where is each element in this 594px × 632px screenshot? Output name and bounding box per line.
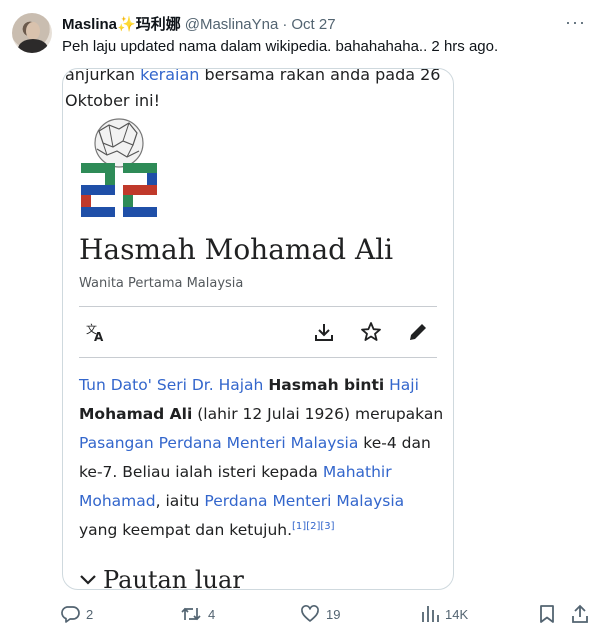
views-button[interactable]: 14K (421, 602, 468, 626)
wiki-page-title: Hasmah Mohamad Ali (79, 233, 394, 266)
heart-icon (301, 605, 319, 622)
repost-count: 4 (208, 606, 216, 622)
bookmark-button[interactable] (538, 602, 556, 626)
tweet[interactable]: Maslina✨玛利娜 @MaslinaYna · Oct 27 ··· Peh… (0, 0, 594, 632)
wiki-link: Mahathir (322, 463, 392, 481)
avatar[interactable] (12, 13, 52, 53)
user-handle[interactable]: @MaslinaYna (185, 16, 279, 33)
chevron-down-icon (80, 575, 96, 585)
wiki-link: Haji (389, 376, 419, 394)
edit-pencil-icon[interactable] (403, 317, 433, 347)
wiki-section-heading: Pautan luar (79, 566, 244, 589)
wikipedia-22-logo (79, 115, 163, 217)
tweet-date[interactable]: Oct 27 (291, 16, 335, 33)
wiki-link: Perdana Menteri Malaysia (204, 492, 405, 510)
view-count: 14K (445, 606, 469, 622)
tweet-header: Maslina✨玛利娜 @MaslinaYna · Oct 27 (62, 13, 336, 34)
like-count: 19 (326, 606, 341, 622)
more-options-icon[interactable]: ··· (565, 12, 586, 32)
separator-dot: · (282, 16, 288, 33)
svg-text:A: A (94, 330, 104, 343)
wiki-references: [1][2][3] (292, 521, 335, 532)
bar-chart-icon (422, 606, 439, 622)
share-button[interactable] (570, 602, 590, 626)
tweet-text: Peh laju updated nama dalam wikipedia. b… (62, 38, 499, 55)
wiki-banner-text: anjurkan keraian bersama rakan anda pada… (65, 68, 445, 114)
repost-icon (181, 607, 201, 621)
repost-button[interactable]: 4 (180, 602, 215, 626)
display-name[interactable]: Maslina✨玛利娜 (62, 13, 181, 34)
wiki-link: Pasangan Perdana Menteri Malaysia (79, 434, 359, 452)
translate-icon[interactable]: 文A (81, 317, 111, 347)
share-icon (572, 604, 588, 623)
divider (79, 306, 437, 307)
reply-count: 2 (86, 606, 94, 622)
reply-button[interactable]: 2 (60, 602, 93, 626)
star-icon[interactable] (356, 317, 386, 347)
wiki-link: Mohamad (79, 492, 156, 510)
tweet-actions: 2 4 19 14K (60, 602, 594, 626)
divider (79, 357, 437, 358)
wiki-link-keraian: keraian (140, 68, 200, 84)
like-button[interactable]: 19 (300, 602, 340, 626)
media-image[interactable]: anjurkan keraian bersama rakan anda pada… (62, 68, 454, 590)
reply-icon (61, 606, 80, 623)
download-icon[interactable] (309, 317, 339, 347)
wiki-page-subtitle: Wanita Pertama Malaysia (79, 276, 244, 291)
wiki-article-body: Tun Dato' Seri Dr. Hajah Hasmah binti Ha… (79, 376, 444, 539)
sparkle-icon: ✨ (117, 16, 136, 33)
wiki-link: Tun Dato' Seri Dr. Hajah (79, 376, 264, 394)
bookmark-icon (540, 605, 554, 623)
